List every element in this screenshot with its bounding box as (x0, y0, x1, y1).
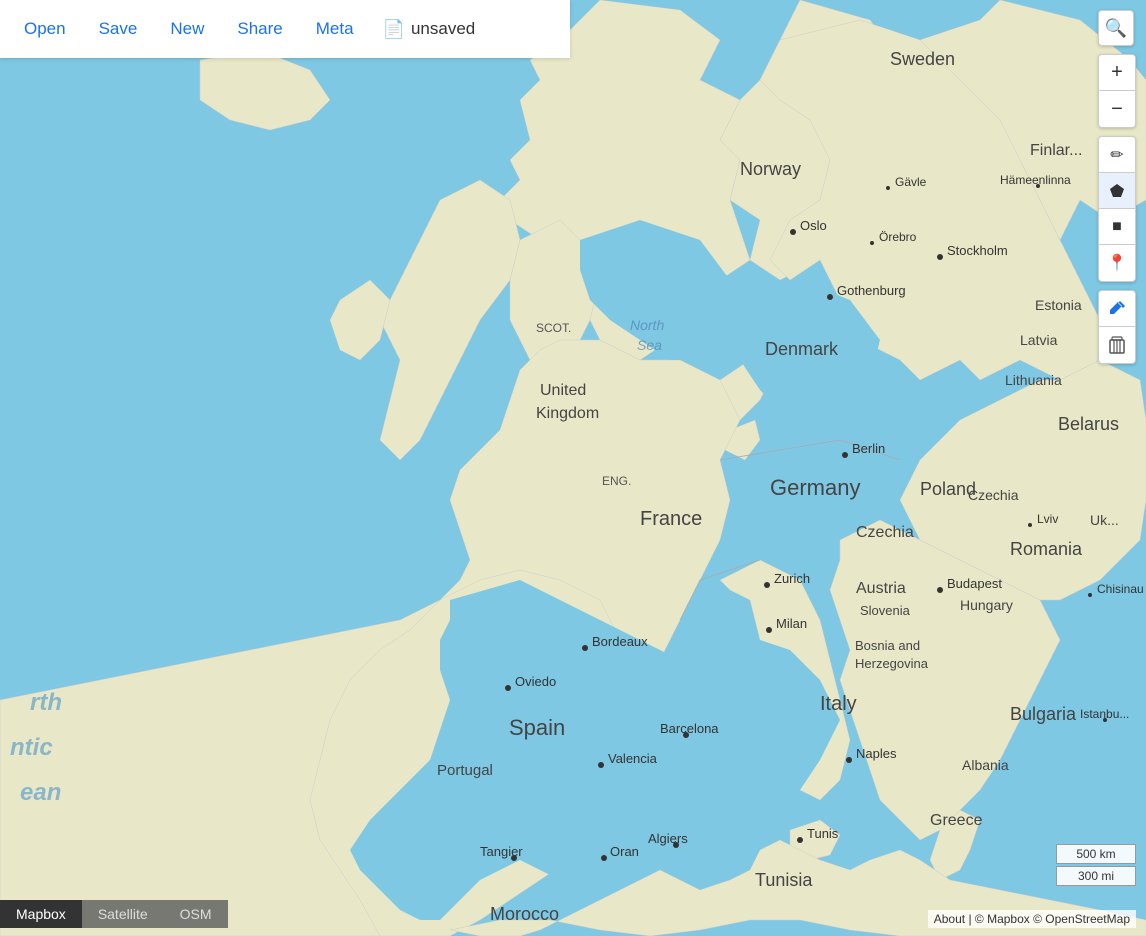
zoom-controls: + − (1098, 54, 1136, 128)
svg-text:Chisinau: Chisinau (1097, 582, 1144, 596)
svg-text:Valencia: Valencia (608, 751, 658, 766)
draw-controls: ✏ ■ 📍 (1098, 136, 1136, 282)
svg-text:Bulgaria: Bulgaria (1010, 704, 1077, 724)
svg-text:Norway: Norway (740, 159, 801, 179)
svg-text:Czechia: Czechia (856, 524, 914, 541)
zoom-out-button[interactable]: − (1099, 91, 1135, 127)
svg-text:Milan: Milan (776, 616, 807, 631)
save-menu-item[interactable]: Save (85, 11, 152, 47)
svg-text:Lviv: Lviv (1037, 512, 1058, 526)
svg-text:Zurich: Zurich (774, 571, 810, 586)
svg-text:Barcelona: Barcelona (660, 721, 719, 736)
svg-text:Gothenburg: Gothenburg (837, 283, 906, 298)
polygon-icon (1108, 182, 1126, 200)
layer-switcher: Mapbox Satellite OSM (0, 900, 228, 928)
search-button[interactable]: 🔍 (1098, 10, 1134, 46)
edit-controls (1098, 290, 1136, 364)
svg-text:Germany: Germany (770, 475, 860, 500)
file-status: 📄 unsaved (373, 11, 486, 48)
svg-text:Morocco: Morocco (490, 904, 559, 924)
draw-rect-button[interactable]: ■ (1099, 209, 1135, 245)
svg-text:Estonia: Estonia (1035, 297, 1082, 313)
svg-text:Algiers: Algiers (648, 831, 688, 846)
svg-text:SCOT.: SCOT. (536, 321, 571, 335)
scale-mi: 300 mi (1056, 866, 1136, 886)
svg-text:Stockholm: Stockholm (947, 243, 1008, 258)
svg-text:Hungary: Hungary (960, 597, 1013, 613)
svg-text:Greece: Greece (930, 812, 983, 829)
osm-layer-button[interactable]: OSM (164, 900, 228, 928)
svg-text:France: France (640, 508, 702, 530)
svg-text:Berlin: Berlin (852, 441, 885, 456)
svg-text:Italy: Italy (820, 693, 857, 715)
svg-text:Belarus: Belarus (1058, 414, 1119, 434)
svg-text:Kingdom: Kingdom (536, 405, 599, 422)
delete-button[interactable] (1099, 327, 1135, 363)
svg-text:Portugal: Portugal (437, 762, 493, 779)
svg-text:Budapest: Budapest (947, 576, 1002, 591)
svg-text:Spain: Spain (509, 715, 565, 740)
svg-text:Austria: Austria (856, 580, 906, 597)
scale-km: 500 km (1056, 844, 1136, 864)
svg-text:Tunis: Tunis (807, 826, 839, 841)
svg-text:Istanbu...: Istanbu... (1080, 707, 1129, 721)
attribution: About | © Mapbox © OpenStreetMap (928, 910, 1136, 928)
svg-text:ntic: ntic (10, 734, 53, 761)
svg-text:Slovenia: Slovenia (860, 603, 911, 618)
svg-text:Tunisia: Tunisia (755, 870, 813, 890)
svg-text:Oran: Oran (610, 844, 639, 859)
draw-pen-button[interactable]: ✏ (1099, 137, 1135, 173)
svg-text:Bordeaux: Bordeaux (592, 634, 648, 649)
svg-text:Herzegovina: Herzegovina (855, 656, 929, 671)
menu-bar: Open Save New Share Meta 📄 unsaved (0, 0, 570, 58)
search-icon: 🔍 (1105, 18, 1127, 39)
svg-text:rth: rth (30, 689, 62, 716)
share-menu-item[interactable]: Share (223, 11, 296, 47)
svg-text:Oslo: Oslo (800, 218, 827, 233)
document-icon: 📄 (383, 19, 405, 40)
svg-text:ENG.: ENG. (602, 474, 631, 488)
trash-icon (1109, 336, 1125, 354)
draw-polygon-button[interactable] (1099, 173, 1135, 209)
svg-text:Albania: Albania (962, 757, 1009, 773)
edit-button[interactable] (1099, 291, 1135, 327)
mapbox-layer-button[interactable]: Mapbox (0, 900, 82, 928)
svg-text:Hämeenlinna: Hämeenlinna (1000, 173, 1071, 187)
right-controls: 🔍 + − ✏ ■ 📍 (1098, 10, 1136, 364)
file-status-label: unsaved (411, 19, 475, 39)
svg-text:North: North (630, 317, 664, 333)
svg-text:Uk...: Uk... (1090, 512, 1119, 528)
new-menu-item[interactable]: New (156, 11, 218, 47)
svg-text:Sweden: Sweden (890, 49, 955, 69)
svg-text:Latvia: Latvia (1020, 332, 1058, 348)
svg-text:Tangier: Tangier (480, 844, 523, 859)
svg-text:Gävle: Gävle (895, 175, 927, 189)
edit-icon (1108, 300, 1126, 318)
svg-text:Sea: Sea (637, 337, 662, 353)
svg-text:Denmark: Denmark (765, 339, 839, 359)
svg-text:ean: ean (20, 779, 61, 806)
svg-text:Bosnia and: Bosnia and (855, 638, 920, 653)
svg-text:United: United (540, 382, 586, 399)
svg-text:Oviedo: Oviedo (515, 674, 556, 689)
zoom-in-button[interactable]: + (1099, 55, 1135, 91)
svg-text:Finlar...: Finlar... (1030, 142, 1082, 159)
draw-pin-button[interactable]: 📍 (1099, 245, 1135, 281)
svg-text:Lithuania: Lithuania (1005, 372, 1062, 388)
meta-menu-item[interactable]: Meta (302, 11, 368, 47)
open-menu-item[interactable]: Open (10, 11, 80, 47)
svg-text:Naples: Naples (856, 746, 897, 761)
svg-text:Örebro: Örebro (879, 230, 917, 244)
svg-text:Romania: Romania (1010, 539, 1083, 559)
svg-text:Czechia: Czechia (968, 487, 1019, 503)
satellite-layer-button[interactable]: Satellite (82, 900, 164, 928)
scale-bar: 500 km 300 mi (1056, 844, 1136, 886)
